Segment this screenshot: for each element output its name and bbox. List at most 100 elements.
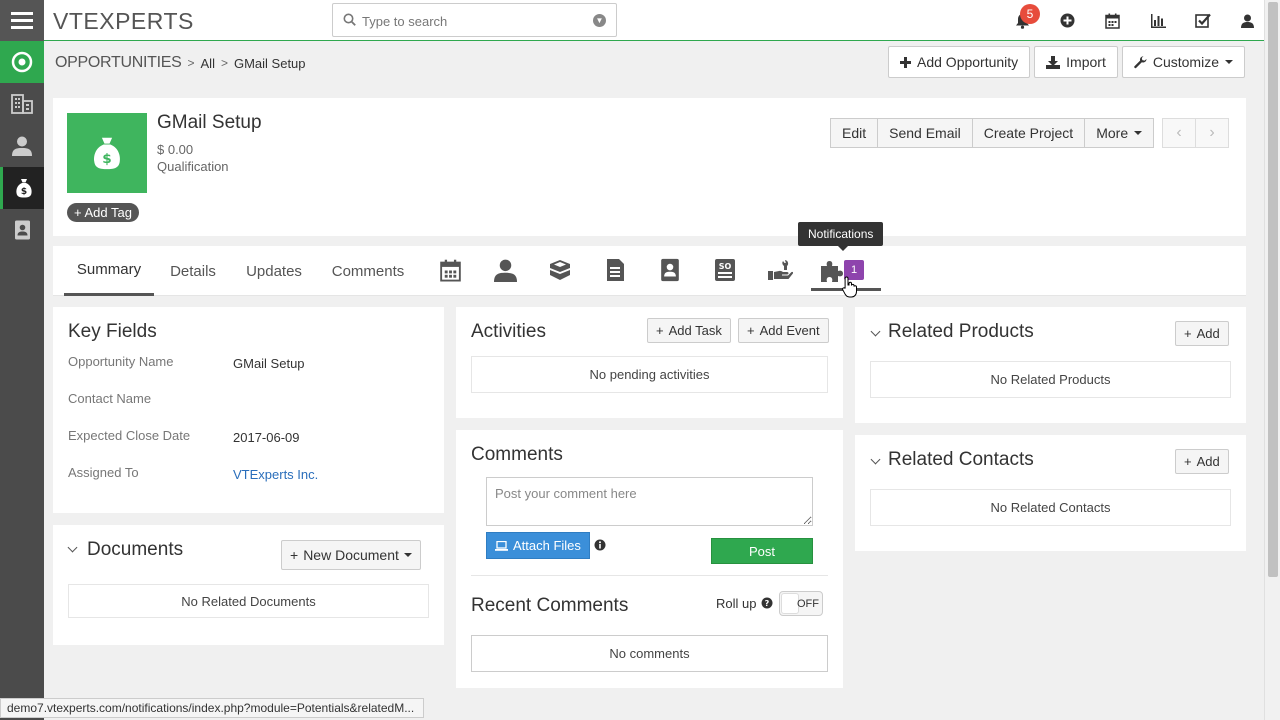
add-opportunity-label: Add Opportunity xyxy=(917,54,1019,70)
plus-icon: + xyxy=(290,547,299,563)
attach-files-button[interactable]: Attach Files xyxy=(486,532,590,559)
collapse-chevron-icon[interactable] xyxy=(870,326,881,337)
sidebar-item-organizations[interactable] xyxy=(0,83,44,125)
tab-updates[interactable]: Updates xyxy=(239,246,309,296)
roll-up-toggle[interactable]: OFF xyxy=(779,591,823,616)
sidebar-item-contacts[interactable] xyxy=(0,125,44,167)
plus-icon: + xyxy=(1184,454,1192,469)
add-task-button[interactable]: + Add Task xyxy=(647,318,731,343)
breadcrumb-filter-link[interactable]: All xyxy=(201,56,215,71)
related-contacts-title: Related Contacts xyxy=(888,449,1034,470)
documents-title: Documents xyxy=(87,539,184,560)
previous-record-button[interactable]: ‹ xyxy=(1162,118,1196,148)
hand-pointer-cursor-icon xyxy=(842,276,857,298)
tab-contacts[interactable] xyxy=(491,256,519,284)
documents-panel: Documents + New Document No Related Docu… xyxy=(53,525,444,645)
comments-divider xyxy=(471,575,828,576)
field-value-opportunity-name[interactable]: GMail Setup xyxy=(233,356,305,371)
laptop-icon xyxy=(495,540,508,551)
header-button-group: Add Opportunity Import Customize xyxy=(888,46,1245,78)
money-bag-icon: $ xyxy=(15,179,32,198)
page-scrollbar[interactable] xyxy=(1264,0,1280,720)
notifications-button[interactable]: 5 xyxy=(1000,0,1045,41)
svg-text:$: $ xyxy=(102,151,111,167)
calendar-button[interactable] xyxy=(1090,0,1135,41)
add-event-button[interactable]: + Add Event xyxy=(738,318,829,343)
tab-activities[interactable] xyxy=(436,256,464,284)
create-project-label: Create Project xyxy=(983,125,1074,141)
tab-sales-orders[interactable]: SO xyxy=(711,256,739,284)
scrollbar-thumb[interactable] xyxy=(1268,2,1278,577)
search-options-chevron-icon[interactable]: ▼ xyxy=(593,14,606,27)
collapse-chevron-icon[interactable] xyxy=(870,454,881,465)
toggle-state-label: OFF xyxy=(797,598,819,610)
plus-circle-icon xyxy=(1060,13,1075,28)
comment-textarea[interactable] xyxy=(486,477,813,526)
collapse-chevron-icon[interactable] xyxy=(67,542,78,553)
plus-icon: + xyxy=(74,205,82,220)
search-icon xyxy=(343,13,356,26)
breadcrumb: OPPORTUNITIES > All > GMail Setup xyxy=(55,54,306,72)
new-document-label: New Document xyxy=(303,547,399,563)
reports-button[interactable] xyxy=(1135,0,1180,41)
more-dropdown-button[interactable]: More xyxy=(1084,118,1155,148)
help-icon[interactable]: ? xyxy=(761,597,773,609)
caret-down-icon xyxy=(1134,131,1143,135)
sidebar-item-address-book[interactable] xyxy=(0,209,44,251)
download-icon xyxy=(1046,55,1061,69)
new-document-dropdown-button[interactable]: + New Document xyxy=(281,540,421,570)
calendar-icon xyxy=(439,259,461,281)
tasks-button[interactable] xyxy=(1180,0,1225,41)
svg-text:?: ? xyxy=(765,599,770,608)
tab-address-book[interactable] xyxy=(656,256,684,284)
opportunity-record-image: $ xyxy=(67,113,147,193)
contact-book-icon xyxy=(14,220,30,240)
global-search-box: ▼ xyxy=(332,3,617,37)
plus-icon: + xyxy=(656,323,664,338)
create-project-button[interactable]: Create Project xyxy=(971,118,1086,148)
record-tab-bar: Summary Details Updates Comments SO 1 xyxy=(53,246,1246,296)
sidebar-item-home[interactable] xyxy=(0,41,44,83)
edit-button[interactable]: Edit xyxy=(830,118,879,148)
company-logo[interactable]: VTEXPERTS xyxy=(53,8,194,35)
menu-toggle-button[interactable] xyxy=(0,0,44,41)
tab-comments[interactable]: Comments xyxy=(325,246,411,296)
add-opportunity-button[interactable]: Add Opportunity xyxy=(888,46,1031,78)
send-email-button[interactable]: Send Email xyxy=(877,118,973,148)
record-sales-stage: Qualification xyxy=(157,159,229,174)
record-amount: $ 0.00 xyxy=(157,142,194,157)
service-hand-icon xyxy=(768,260,793,280)
add-contact-button[interactable]: + Add xyxy=(1175,449,1229,474)
field-value-expected-close-date[interactable]: 2017-06-09 xyxy=(233,430,300,445)
recent-comments-title: Recent Comments xyxy=(471,595,629,616)
import-button[interactable]: Import xyxy=(1034,46,1118,78)
field-label-assigned-to: Assigned To xyxy=(68,465,139,480)
next-record-button[interactable]: › xyxy=(1195,118,1229,148)
add-product-label: Add xyxy=(1196,326,1220,341)
field-label-expected-close-date: Expected Close Date xyxy=(68,428,191,443)
main-content: OPPORTUNITIES > All > GMail Setup Add Op… xyxy=(44,42,1264,720)
quick-create-button[interactable] xyxy=(1045,0,1090,41)
add-tag-button[interactable]: + Add Tag xyxy=(67,203,139,222)
breadcrumb-separator-icon: > xyxy=(220,56,228,70)
record-header-card: $ GMail Setup $ 0.00 Qualification + Add… xyxy=(53,98,1246,236)
documents-empty-message: No Related Documents xyxy=(68,584,429,618)
tab-services[interactable] xyxy=(766,256,794,284)
breadcrumb-module-link[interactable]: OPPORTUNITIES xyxy=(55,54,182,72)
post-comment-button[interactable]: Post xyxy=(711,538,813,564)
field-value-assigned-to[interactable]: VTExperts Inc. xyxy=(233,467,318,482)
tab-quotes[interactable] xyxy=(601,256,629,284)
add-product-button[interactable]: + Add xyxy=(1175,321,1229,346)
wrench-icon xyxy=(1134,55,1147,68)
hamburger-line xyxy=(11,12,33,15)
record-title: GMail Setup xyxy=(157,112,262,133)
search-input[interactable] xyxy=(362,10,582,32)
tab-details[interactable]: Details xyxy=(163,246,223,296)
customize-dropdown-button[interactable]: Customize xyxy=(1121,46,1245,78)
tab-products[interactable] xyxy=(546,256,574,284)
comments-panel: Comments Attach Files Post Recent Commen… xyxy=(456,430,843,688)
info-icon[interactable] xyxy=(594,539,606,551)
sidebar-item-opportunities[interactable]: $ xyxy=(0,167,44,209)
tab-summary[interactable]: Summary xyxy=(64,246,154,296)
plus-icon: + xyxy=(1184,326,1192,341)
